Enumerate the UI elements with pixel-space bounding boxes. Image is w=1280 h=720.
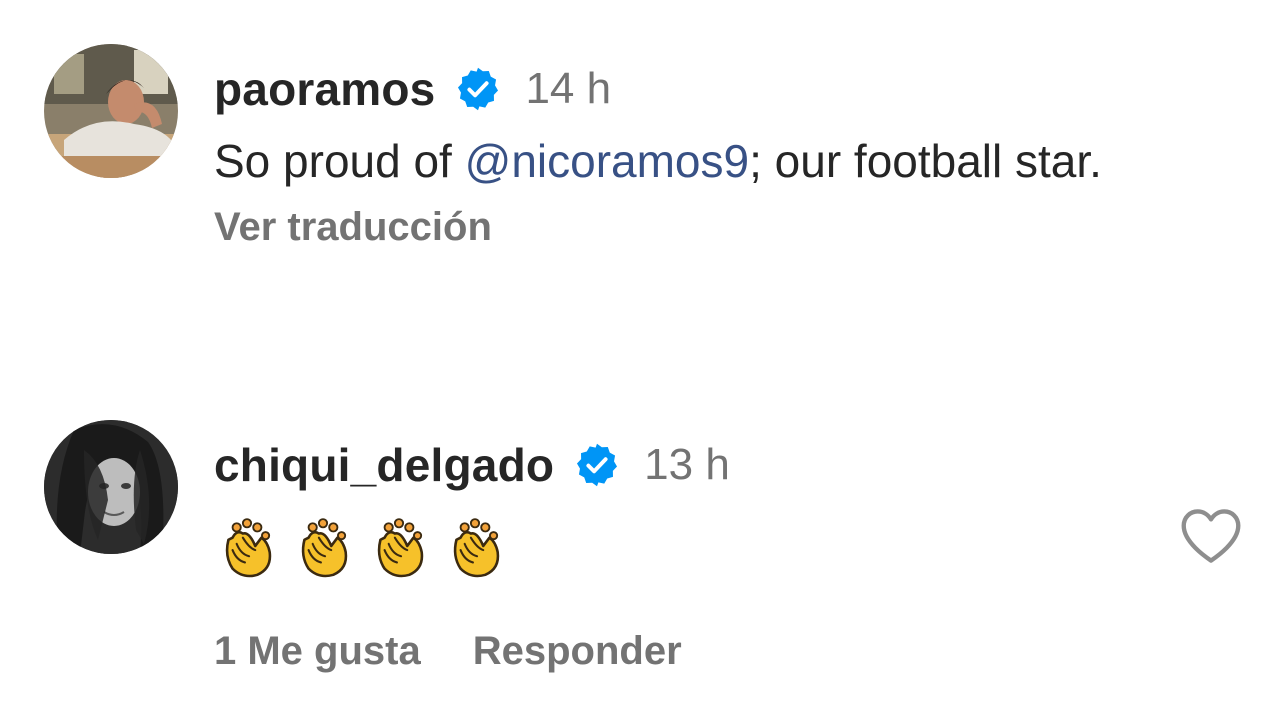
username[interactable]: paoramos — [214, 62, 435, 116]
comment-actions: 1 Me gusta Responder — [214, 629, 1264, 674]
see-translation-link[interactable]: Ver traducción — [214, 205, 1264, 250]
comment-header: chiqui_delgado 13 h — [214, 420, 1264, 510]
clapping-hands-icon — [442, 515, 508, 581]
likes-count-link[interactable]: 1 Me gusta — [214, 629, 421, 674]
username[interactable]: chiqui_delgado — [214, 438, 554, 492]
avatar[interactable] — [44, 420, 178, 554]
clapping-hands-icon — [214, 515, 280, 581]
clapping-hands-icon — [366, 515, 432, 581]
timestamp[interactable]: 13 h — [644, 440, 730, 490]
avatar-photo — [44, 420, 178, 554]
verified-badge-icon — [574, 442, 620, 488]
comment-emoji-row — [214, 510, 1264, 585]
comment-text-part: ; our football star. — [749, 135, 1102, 187]
comment-text: So proud of @nicoramos9; our football st… — [214, 124, 1264, 199]
mention-link[interactable]: @nicoramos9 — [465, 135, 749, 187]
reply-button[interactable]: Responder — [473, 629, 682, 674]
clapping-hands-icon — [290, 515, 356, 581]
avatar[interactable] — [44, 44, 178, 178]
timestamp[interactable]: 14 h — [525, 64, 611, 114]
comment-text-part: So proud of — [214, 135, 465, 187]
avatar-photo — [44, 44, 178, 178]
heart-icon[interactable] — [1178, 506, 1244, 566]
comment-header: paoramos 14 h — [214, 44, 1264, 134]
verified-badge-icon — [455, 66, 501, 112]
